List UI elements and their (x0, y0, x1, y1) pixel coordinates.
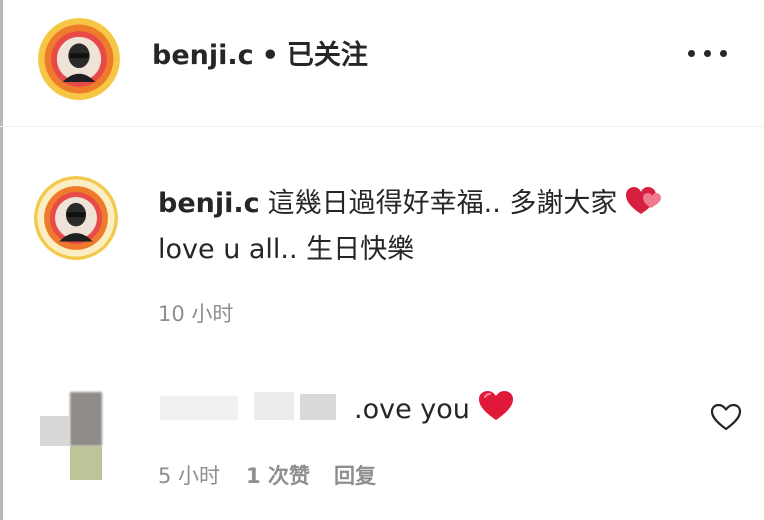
follow-status[interactable]: 已关注 (287, 40, 368, 71)
caption-timestamp: 10 小时 (158, 302, 234, 326)
two-hearts-icon (625, 186, 663, 229)
comment-text: .ove you (354, 390, 514, 431)
caption-body: 這幾日過得好幸福.. 多謝大家 (267, 188, 618, 219)
post-header: benji.c • 已关注 (0, 0, 764, 126)
red-heart-icon (478, 390, 514, 431)
comment-timestamp: 5 小时 (158, 464, 221, 488)
caption-avatar[interactable] (34, 176, 118, 260)
author-username[interactable]: benji.c (152, 40, 254, 71)
reply-button[interactable]: 回复 (334, 464, 376, 488)
separator-dot: • (261, 40, 279, 71)
comment-meta: 5 小时 1 次赞 回复 (158, 460, 376, 490)
caption-line-2: love u all.. 生日快樂 (158, 234, 415, 265)
author-avatar[interactable] (38, 18, 120, 100)
commenter-avatar-blurred[interactable] (40, 392, 102, 482)
avatar-image (34, 176, 118, 260)
avatar-image (38, 18, 120, 100)
more-options-icon[interactable] (688, 47, 728, 61)
heart-outline-icon[interactable] (710, 403, 742, 431)
commenter-username-blurred[interactable] (160, 392, 336, 422)
caption-username[interactable]: benji.c (158, 188, 260, 219)
comment-likes-count[interactable]: 1 次赞 (246, 464, 310, 488)
comment-body: .ove you (354, 394, 470, 425)
caption-text: benji.c 這幾日過得好幸福.. 多謝大家 love u all.. 生日快樂 (158, 183, 738, 271)
divider (0, 126, 764, 127)
caption-line-1: benji.c 這幾日過得好幸福.. 多謝大家 (158, 183, 738, 229)
header-user-line: benji.c • 已关注 (152, 33, 368, 72)
